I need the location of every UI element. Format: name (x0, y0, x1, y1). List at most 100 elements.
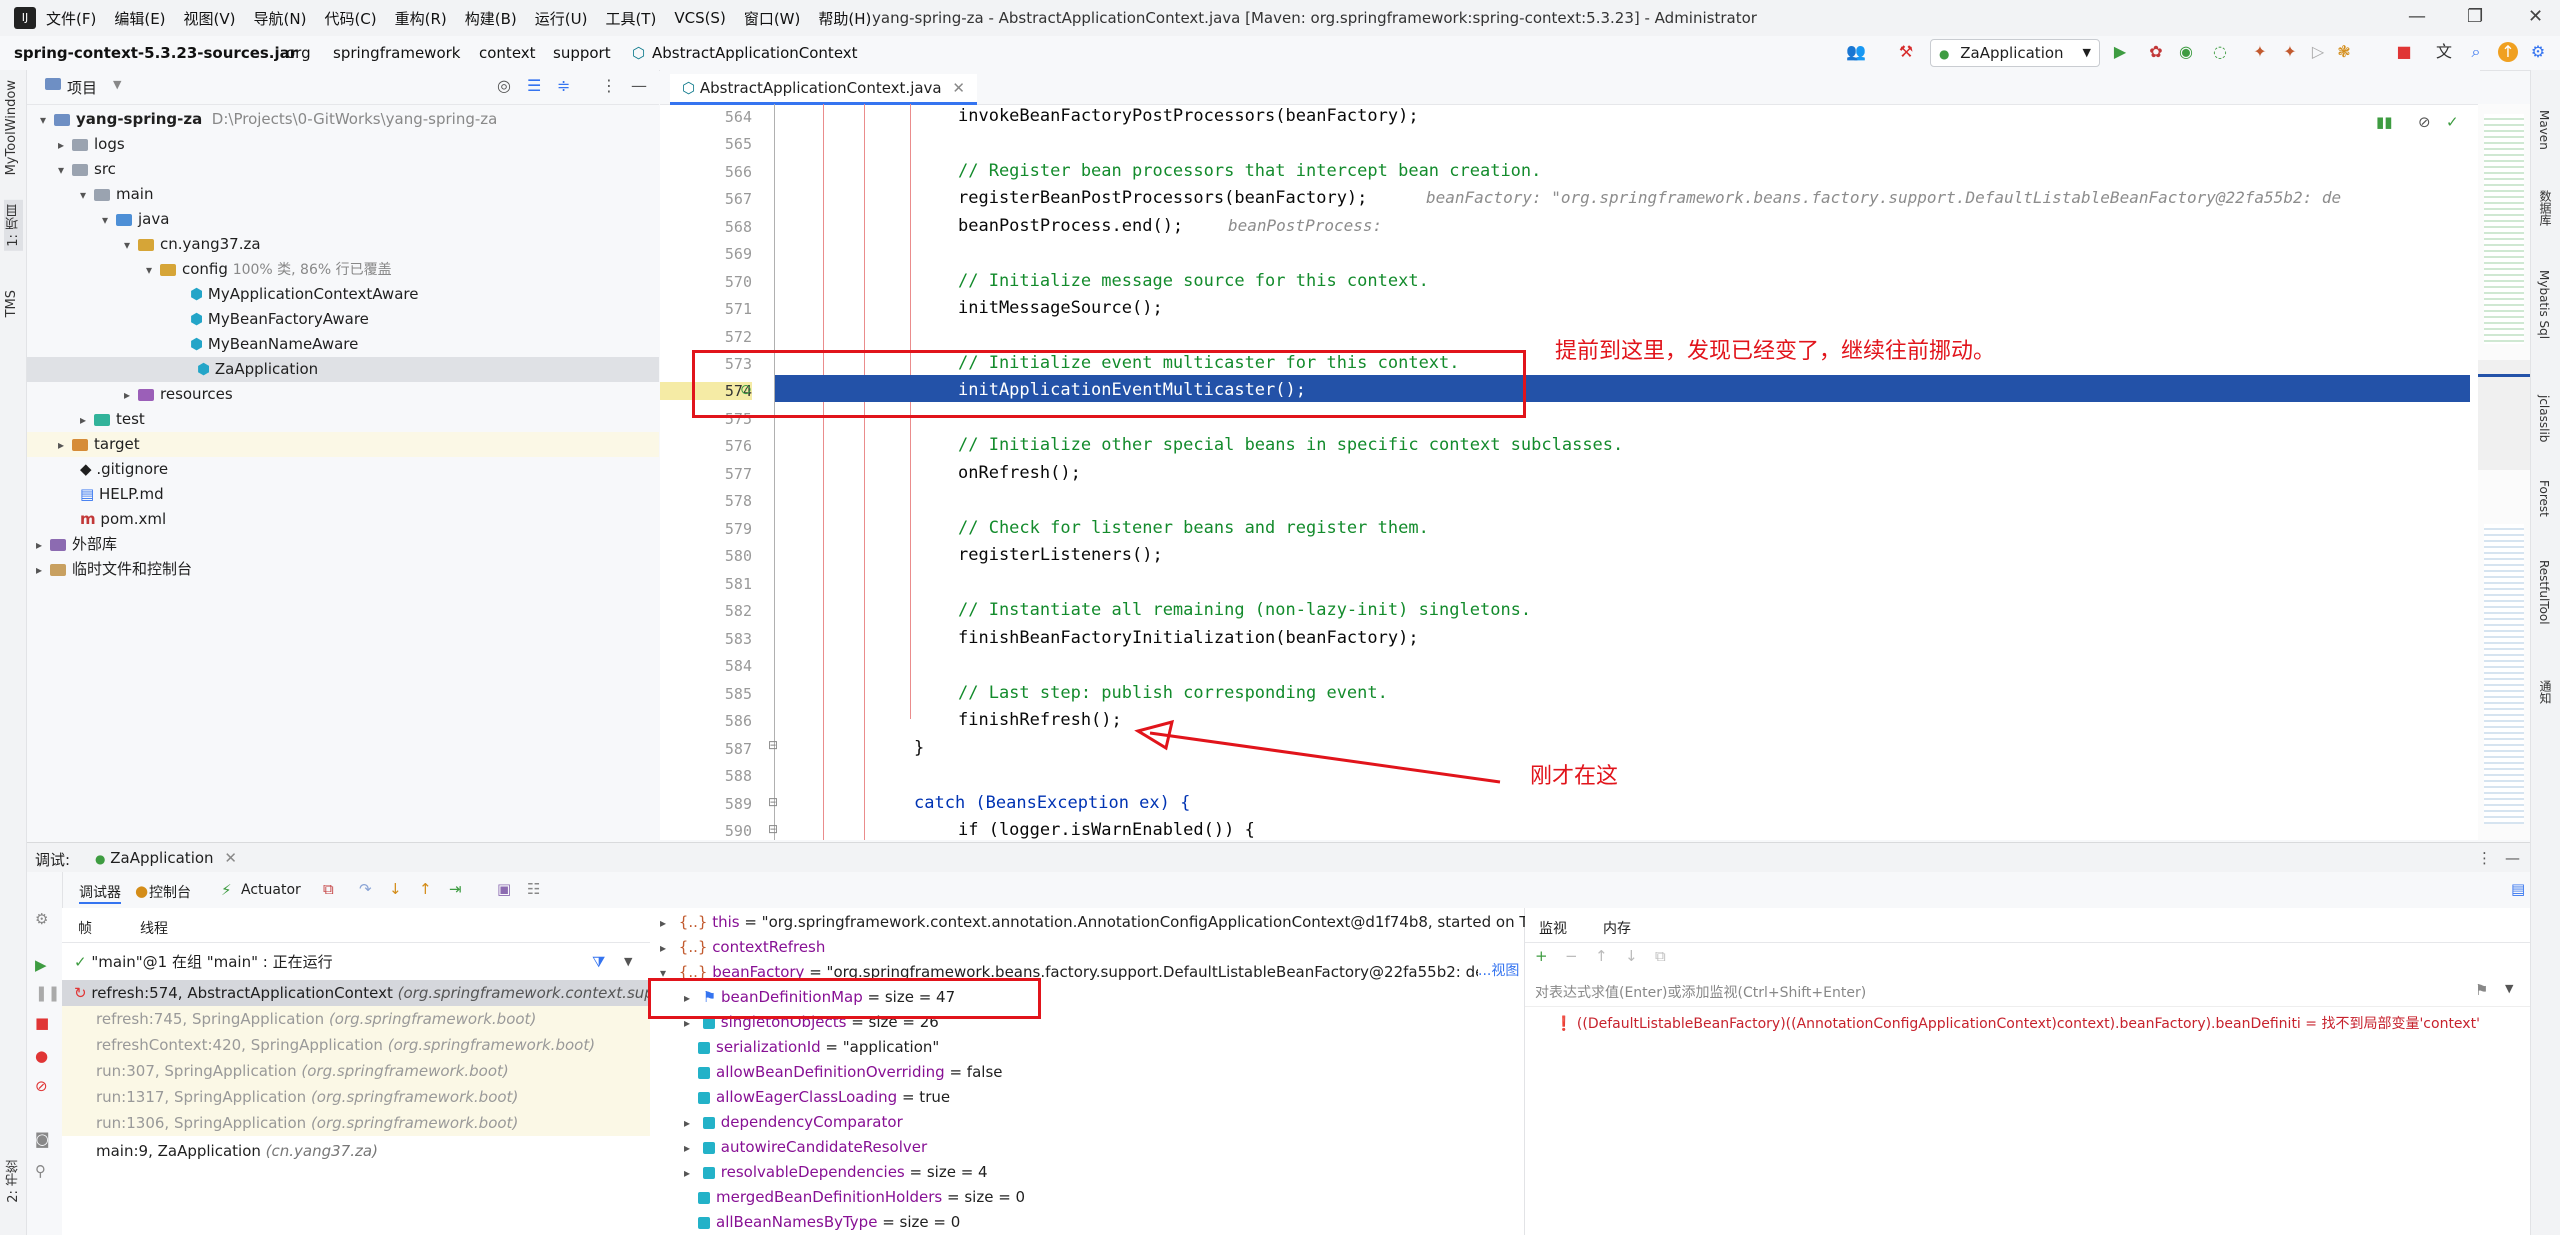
tab-debugger[interactable]: 调试器 (79, 882, 121, 904)
camera-icon[interactable]: ◙ (35, 1130, 50, 1148)
tree-item-gitignore[interactable]: ◆ .gitignore (80, 457, 168, 482)
code-editor[interactable] (660, 70, 2480, 840)
menu-refactor[interactable]: 重构(R) (395, 8, 447, 29)
fold-icon[interactable]: ⊟ (768, 795, 778, 809)
pin-icon[interactable]: ⚲ (35, 1162, 46, 1180)
menu-code[interactable]: 代码(C) (324, 8, 376, 29)
tree-item-config[interactable]: ▾ config 100% 类, 86% 行已覆盖 (146, 257, 392, 282)
menu-window[interactable]: 窗口(W) (744, 8, 801, 29)
step-into-icon[interactable]: ↓ (389, 880, 402, 898)
stack-frame[interactable]: refreshContext:420, SpringApplication (o… (62, 1032, 650, 1058)
chevron-down-icon[interactable]: ▼ (2505, 982, 2513, 995)
chevron-down-icon[interactable]: ▼ (113, 78, 121, 91)
settings-icon[interactable]: ⚙ (2528, 42, 2548, 62)
menu-file[interactable]: 文件(F) (46, 8, 96, 29)
watch-expression-input[interactable]: 对表达式求值(Enter)或添加监视(Ctrl+Shift+Enter) ⚑ ▼ (1525, 976, 2530, 1007)
menu-vcs[interactable]: VCS(S) (674, 9, 725, 27)
search-icon[interactable]: ⌕ (2466, 42, 2486, 62)
collapse-all-icon[interactable]: ≑ (557, 76, 570, 95)
tree-item-package[interactable]: ▾ cn.yang37.za (124, 232, 261, 257)
restore-icon[interactable]: ❐ (2467, 6, 2483, 27)
run-config-select[interactable]: ● ZaApplication ▼ (1930, 39, 2100, 67)
trace-icon[interactable]: ☷ (527, 880, 540, 898)
variable-row[interactable]: ▸ {..} this = "org.springframework.conte… (660, 910, 1548, 935)
stack-frame[interactable]: run:1317, SpringApplication (org.springf… (62, 1084, 650, 1110)
breadcrumb-springframework[interactable]: springframework (333, 44, 460, 62)
code-minimap[interactable] (2478, 104, 2530, 840)
stripe-mybatis[interactable]: Mybatis Sql (2537, 270, 2551, 339)
tree-item-main[interactable]: ▾ main (80, 182, 153, 207)
menu-tools[interactable]: 工具(T) (605, 8, 656, 29)
stop-icon[interactable]: ■ (35, 1014, 49, 1032)
stack-frame[interactable]: run:1306, SpringApplication (org.springf… (62, 1110, 650, 1136)
close-tab-icon[interactable]: ✕ (952, 79, 965, 97)
show-execution-point-icon[interactable]: ↷ (359, 880, 372, 898)
stripe-jclasslib[interactable]: jclasslib (2537, 395, 2551, 442)
stripe-forest[interactable]: Forest (2537, 480, 2551, 517)
locate-icon[interactable]: ◎ (497, 76, 511, 95)
reader-mode-icon[interactable]: ▮▮ (2376, 113, 2393, 131)
move-down-icon[interactable]: ↓ (1625, 947, 1638, 965)
remove-watch-icon[interactable]: − (1565, 947, 1578, 965)
menu-view[interactable]: 视图(V) (184, 8, 236, 29)
chevron-down-icon[interactable]: ▼ (624, 948, 632, 976)
watch-row[interactable]: ❗ ((DefaultListableBeanFactory)((Annotat… (1555, 1012, 2525, 1037)
more-icon[interactable]: ⋮ (601, 76, 617, 95)
stripe-project[interactable]: 1: 项目 (4, 200, 23, 251)
variable-row[interactable]: allowEagerClassLoading = true (698, 1085, 950, 1110)
restore-layout-icon[interactable]: ⧉ (323, 880, 334, 898)
tree-item-help[interactable]: ▤ HELP.md (80, 482, 164, 507)
view-breakpoints-icon[interactable]: ● (35, 1047, 48, 1065)
inspection-icon[interactable]: ⊘ (2418, 113, 2431, 131)
layout-icon[interactable]: ▤ (2511, 880, 2525, 898)
move-up-icon[interactable]: ↑ (1595, 947, 1608, 965)
checkmark-icon[interactable]: ✓ (2446, 113, 2459, 131)
stripe-database[interactable]: 数据库 (2537, 190, 2554, 226)
tab-actuator[interactable]: Actuator (241, 882, 301, 898)
close-icon[interactable]: ✕ (2528, 6, 2543, 27)
bookmark-icon[interactable]: ⚑ (2475, 981, 2488, 999)
run-icon[interactable]: ▶ (2110, 42, 2130, 62)
translate-icon[interactable]: 文 (2434, 42, 2454, 62)
plugin-icon[interactable]: ✦ (2250, 42, 2270, 62)
breadcrumb-context[interactable]: context (479, 44, 536, 62)
profile-icon[interactable]: ◌ (2210, 42, 2230, 62)
subtab-frames[interactable]: 帧 (78, 918, 92, 938)
stripe-maven[interactable]: Maven (2537, 110, 2551, 150)
users-icon[interactable]: 👥 (1846, 42, 1866, 62)
stack-frame[interactable]: run:307, SpringApplication (org.springfr… (62, 1058, 650, 1084)
resume-icon[interactable]: ▶ (35, 956, 47, 974)
debug-session-tab[interactable]: ● ZaApplication ✕ (85, 843, 247, 875)
tree-item-target[interactable]: ▸ target (27, 432, 659, 457)
thread-selector[interactable]: ✓ "main"@1 在组 "main" : 正在运行 ⧩ ▼ (62, 948, 650, 976)
tree-item-class[interactable]: ⬢ MyBeanNameAware (190, 332, 358, 357)
editor-tab[interactable]: ⬡ AbstractApplicationContext.java ✕ (670, 74, 977, 105)
tree-item-class[interactable]: ⬢ MyBeanFactoryAware (190, 307, 369, 332)
fold-icon[interactable]: ⊟ (768, 822, 778, 836)
tree-item-logs[interactable]: ▸ logs (58, 132, 125, 157)
pause-icon[interactable]: ❚❚ (35, 984, 60, 1002)
tree-item-class-selected[interactable]: ⬢ ZaApplication (27, 357, 659, 382)
step-out-icon[interactable]: ↑ (419, 880, 432, 898)
variable-row[interactable]: ▸ {..} contextRefresh (660, 935, 825, 960)
tree-item-java[interactable]: ▾ java (102, 207, 169, 232)
subtab-threads[interactable]: 线程 (140, 918, 168, 938)
view-link[interactable]: ...视图 (1478, 960, 1520, 980)
stack-frame-selected[interactable]: ↻ refresh:574, AbstractApplicationContex… (62, 980, 654, 1006)
breadcrumb-org[interactable]: org (286, 44, 311, 62)
variable-row[interactable]: ▸ autowireCandidateResolver (684, 1135, 927, 1160)
close-tab-icon[interactable]: ✕ (224, 849, 237, 867)
variable-row[interactable]: ▸ dependencyComparator (684, 1110, 903, 1135)
stripe-tms[interactable]: TMS (4, 290, 19, 317)
filter-icon[interactable]: ⧩ (592, 948, 605, 976)
debug-icon[interactable]: ✿ (2146, 42, 2166, 62)
tree-item-pom[interactable]: m pom.xml (80, 507, 166, 532)
stop-icon[interactable]: ■ (2394, 42, 2414, 62)
add-watch-icon[interactable]: + (1535, 947, 1548, 965)
menu-navigate[interactable]: 导航(N) (254, 8, 307, 29)
breadcrumb-jar[interactable]: spring-context-5.3.23-sources.jar (14, 44, 297, 62)
menu-run[interactable]: 运行(U) (535, 8, 588, 29)
stripe-mytoolwindow[interactable]: MyToolWindow (4, 80, 19, 175)
variable-row[interactable]: allowBeanDefinitionOverriding = false (698, 1060, 1003, 1085)
evaluate-icon[interactable]: ▣ (497, 880, 511, 898)
